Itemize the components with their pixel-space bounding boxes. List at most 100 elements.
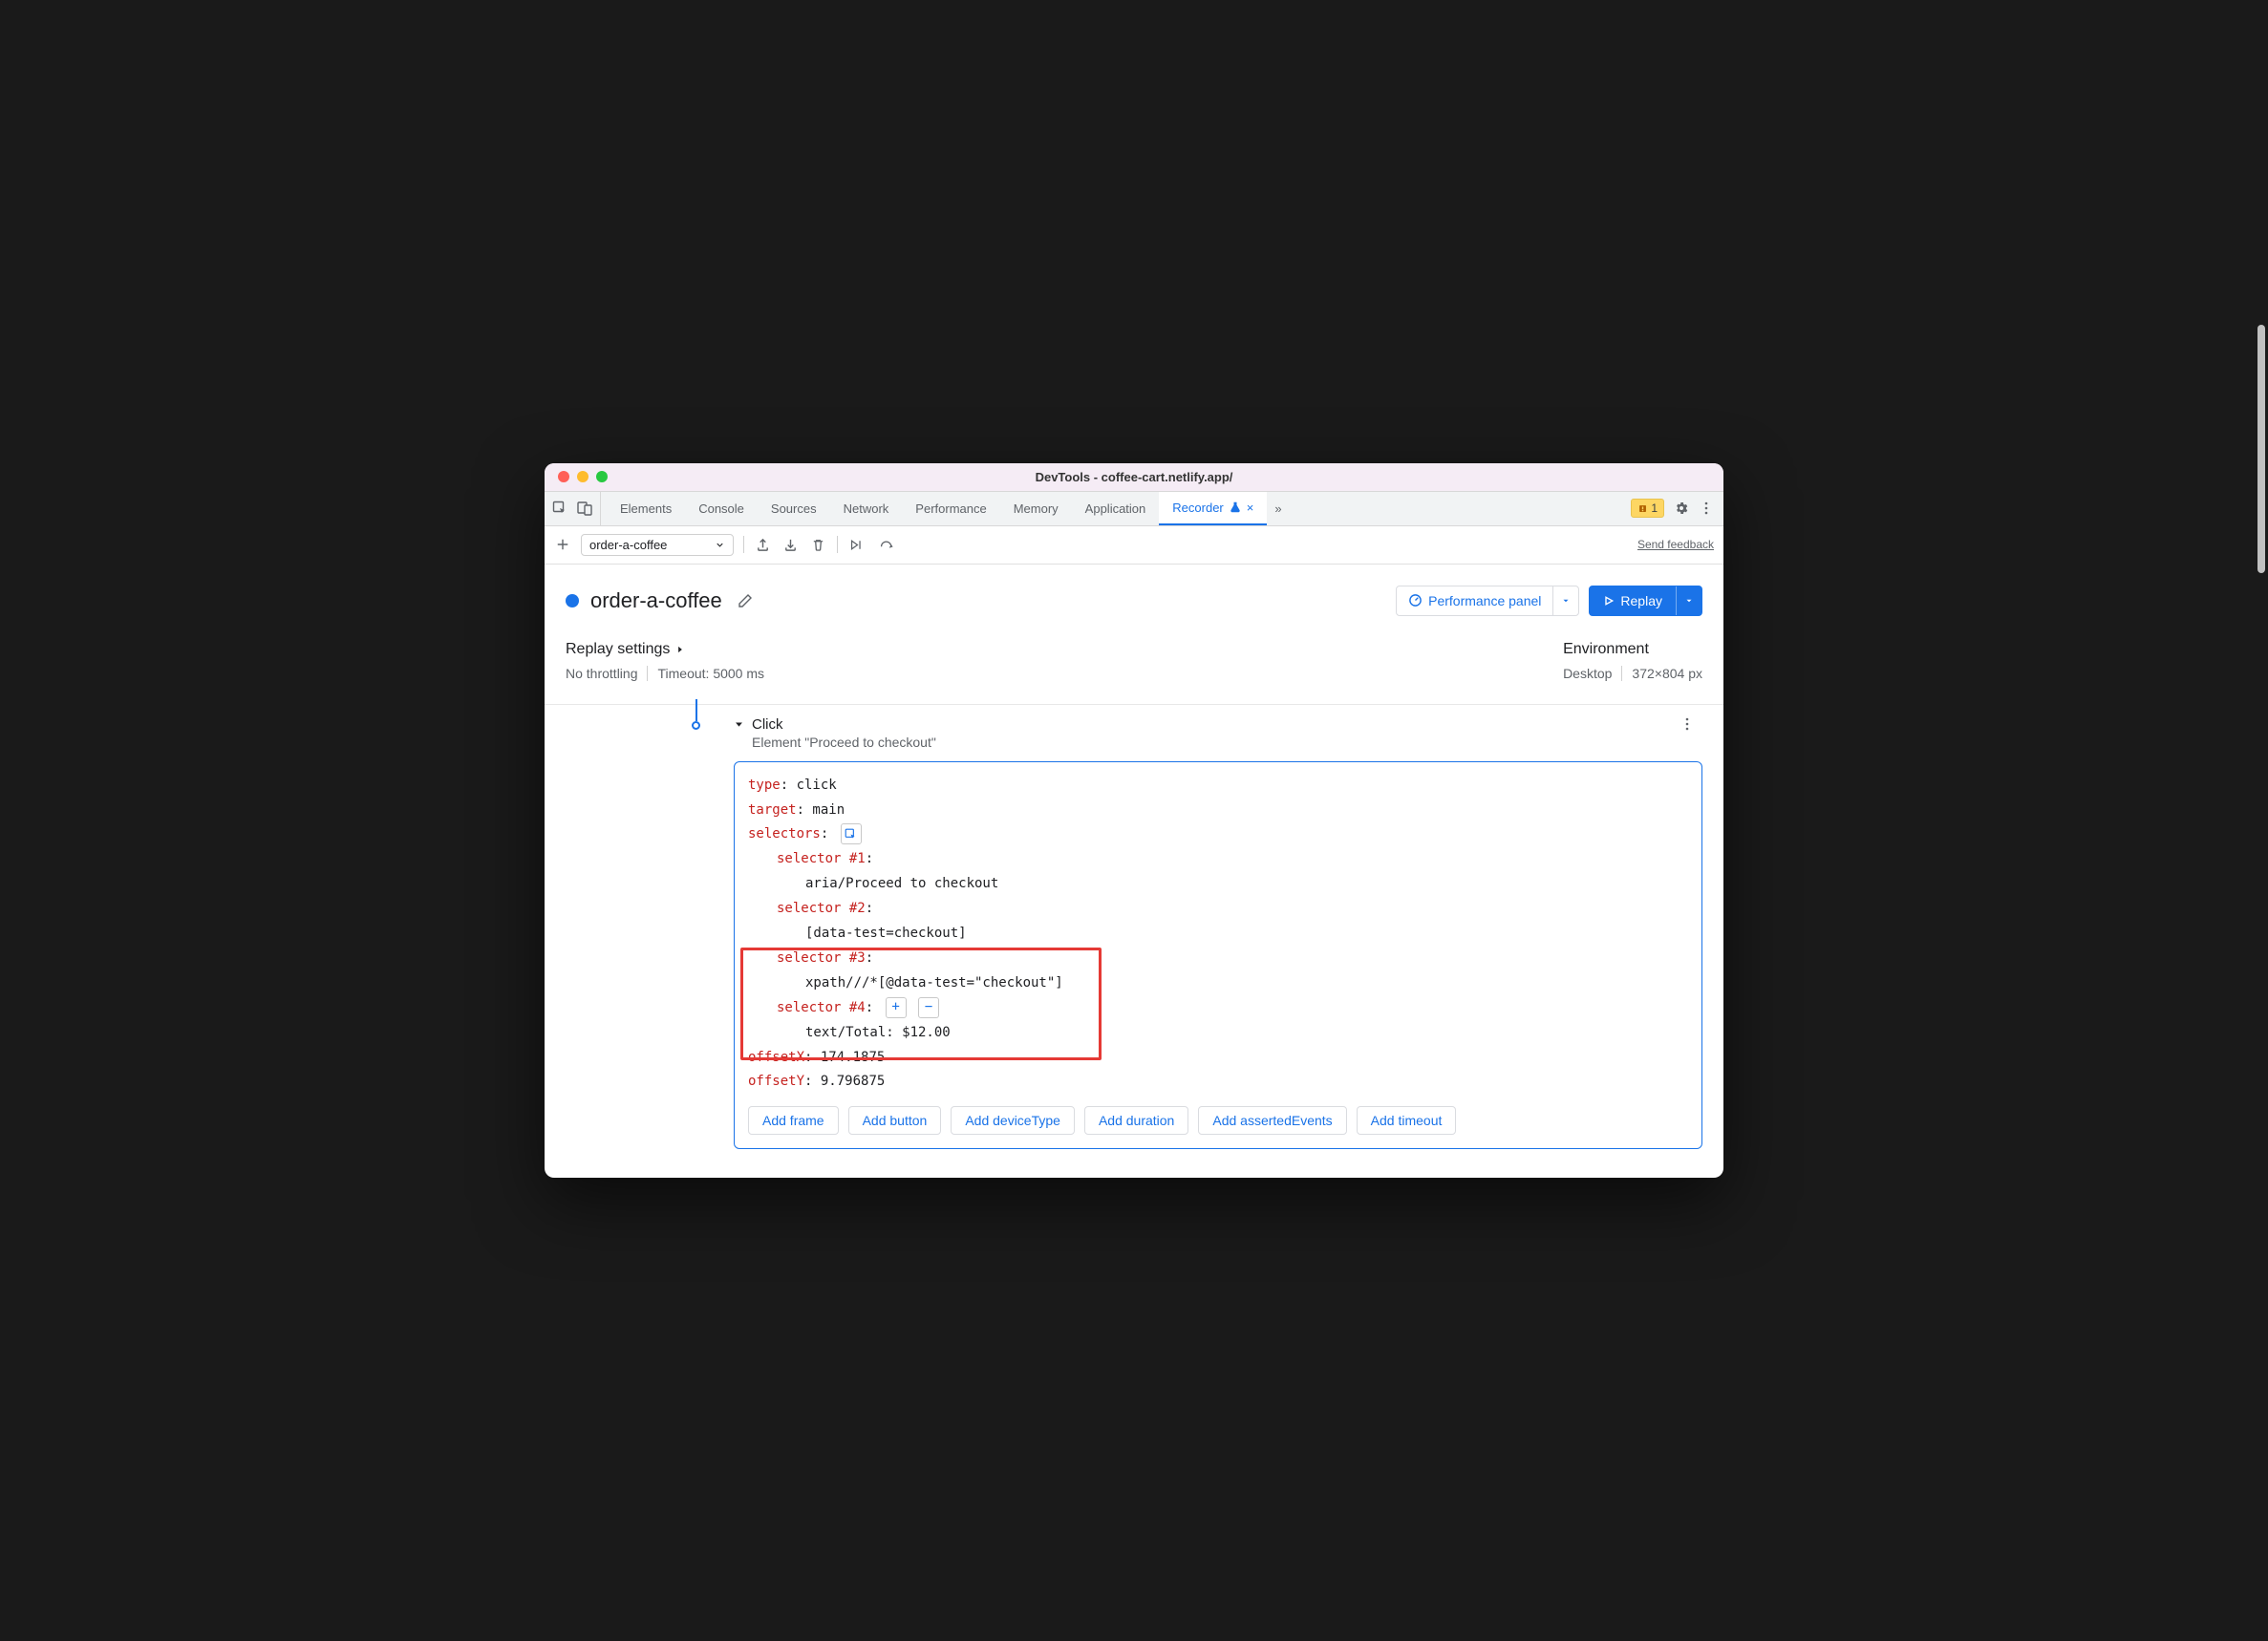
prop-value[interactable]: : main	[797, 802, 845, 818]
add-frame-button[interactable]: Add frame	[748, 1106, 839, 1135]
add-devicetype-button[interactable]: Add deviceType	[951, 1106, 1075, 1135]
add-assertedevents-button[interactable]: Add assertedEvents	[1198, 1106, 1346, 1135]
selector-picker-icon[interactable]	[841, 823, 862, 844]
prop-value[interactable]: : click	[781, 778, 837, 793]
timeout-value: Timeout: 5000 ms	[657, 666, 764, 681]
recording-title: order-a-coffee	[590, 588, 722, 613]
prop-key: selectors	[748, 826, 821, 842]
button-label: Replay	[1620, 593, 1662, 608]
add-property-buttons: Add frame Add button Add deviceType Add …	[748, 1106, 1688, 1135]
replay-dropdown[interactable]	[1676, 586, 1701, 615]
separator	[837, 536, 838, 553]
tab-console[interactable]: Console	[685, 492, 758, 525]
inspect-icon[interactable]	[552, 501, 567, 516]
tab-sources[interactable]: Sources	[758, 492, 830, 525]
recording-name: order-a-coffee	[589, 538, 667, 552]
tab-label: Performance	[915, 501, 986, 516]
more-menu-icon[interactable]	[1699, 501, 1714, 516]
close-window-button[interactable]	[558, 471, 569, 482]
step-over-icon[interactable]	[877, 536, 897, 554]
devtools-window: DevTools - coffee-cart.netlify.app/ Elem…	[545, 463, 1723, 1179]
button-label: Performance panel	[1428, 593, 1541, 608]
selector-value[interactable]: aria/Proceed to checkout	[805, 876, 998, 891]
tab-memory[interactable]: Memory	[1000, 492, 1072, 525]
prop-key: offsetX	[748, 1050, 804, 1065]
tab-application[interactable]: Application	[1072, 492, 1160, 525]
step-editor: type: click target: main selectors: sele…	[734, 761, 1702, 1150]
minimize-window-button[interactable]	[577, 471, 588, 482]
chevron-double-right-icon: »	[1274, 501, 1281, 516]
add-timeout-button[interactable]: Add timeout	[1357, 1106, 1457, 1135]
timeline-line	[695, 699, 697, 721]
performance-panel-button[interactable]: Performance panel	[1396, 586, 1579, 616]
issues-count: 1	[1651, 501, 1658, 515]
tab-label: Recorder	[1172, 501, 1223, 515]
tab-label: Network	[844, 501, 889, 516]
window-title: DevTools - coffee-cart.netlify.app/	[545, 470, 1723, 484]
step-menu-icon[interactable]	[1680, 716, 1695, 732]
issues-badge[interactable]: 1	[1631, 499, 1664, 518]
remove-selector-icon[interactable]: −	[918, 997, 939, 1018]
separator	[647, 666, 648, 681]
recording-header: order-a-coffee Performance panel	[545, 565, 1723, 628]
prop-value[interactable]: : 174.1875	[804, 1050, 885, 1065]
recording-dropdown[interactable]: order-a-coffee	[581, 534, 734, 556]
separator	[743, 536, 744, 553]
tab-label: Sources	[771, 501, 817, 516]
add-recording-icon[interactable]	[554, 536, 571, 553]
tab-network[interactable]: Network	[830, 492, 903, 525]
tab-label: Application	[1085, 501, 1146, 516]
step-name: Click	[752, 716, 936, 733]
tab-label: Elements	[620, 501, 672, 516]
step-play-icon[interactable]	[847, 536, 867, 554]
warning-icon	[1637, 503, 1648, 514]
step-subtitle: Element "Proceed to checkout"	[752, 735, 936, 750]
add-button-button[interactable]: Add button	[848, 1106, 942, 1135]
settings-gear-icon[interactable]	[1674, 501, 1689, 516]
titlebar: DevTools - coffee-cart.netlify.app/	[545, 463, 1723, 492]
prop-key: offsetY	[748, 1074, 804, 1089]
add-selector-icon[interactable]: +	[886, 997, 907, 1018]
tab-label: Console	[698, 501, 744, 516]
tab-elements[interactable]: Elements	[607, 492, 685, 525]
import-icon[interactable]	[781, 536, 800, 554]
colon: :	[866, 901, 873, 916]
separator	[1621, 666, 1622, 681]
device-toolbar-icon[interactable]	[577, 501, 592, 516]
device-value: Desktop	[1563, 666, 1612, 681]
colon: :	[866, 950, 873, 966]
settings-title-label: Replay settings	[566, 641, 670, 658]
selector-value[interactable]: xpath///*[@data-test="checkout"]	[805, 975, 1063, 991]
dimensions-value: 372×804 px	[1632, 666, 1702, 681]
tab-overflow[interactable]: »	[1267, 492, 1289, 525]
collapse-icon	[734, 719, 744, 730]
chevron-down-icon	[715, 540, 725, 550]
prop-key: selector #4	[777, 1000, 866, 1015]
edit-title-icon[interactable]	[738, 593, 753, 608]
step-header[interactable]: Click Element "Proceed to checkout"	[734, 716, 1702, 750]
delete-icon[interactable]	[809, 536, 827, 554]
replay-settings-toggle[interactable]: Replay settings	[566, 641, 764, 658]
steps-area: Click Element "Proceed to checkout" type…	[545, 705, 1723, 1179]
tab-label: Memory	[1014, 501, 1059, 516]
export-icon[interactable]	[754, 536, 772, 554]
prop-key: selector #1	[777, 851, 866, 866]
prop-key: selector #2	[777, 901, 866, 916]
environment-label: Environment	[1563, 641, 1649, 658]
traffic-lights	[545, 471, 608, 482]
selector-value[interactable]: [data-test=checkout]	[805, 926, 967, 941]
recorder-toolbar: order-a-coffee Send feedback	[545, 526, 1723, 565]
chevron-right-icon	[675, 645, 685, 654]
close-tab-icon[interactable]: ×	[1247, 501, 1254, 515]
prop-value[interactable]: : 9.796875	[804, 1074, 885, 1089]
selector-value[interactable]: text/Total: $12.00	[805, 1025, 951, 1040]
maximize-window-button[interactable]	[596, 471, 608, 482]
tab-recorder[interactable]: Recorder ×	[1159, 492, 1267, 525]
add-duration-button[interactable]: Add duration	[1084, 1106, 1188, 1135]
replay-button[interactable]: Replay	[1589, 586, 1702, 616]
performance-panel-dropdown[interactable]	[1552, 586, 1578, 615]
timeline-step-dot	[692, 721, 700, 730]
colon: :	[866, 851, 873, 866]
tab-performance[interactable]: Performance	[902, 492, 999, 525]
send-feedback-link[interactable]: Send feedback	[1637, 538, 1714, 551]
